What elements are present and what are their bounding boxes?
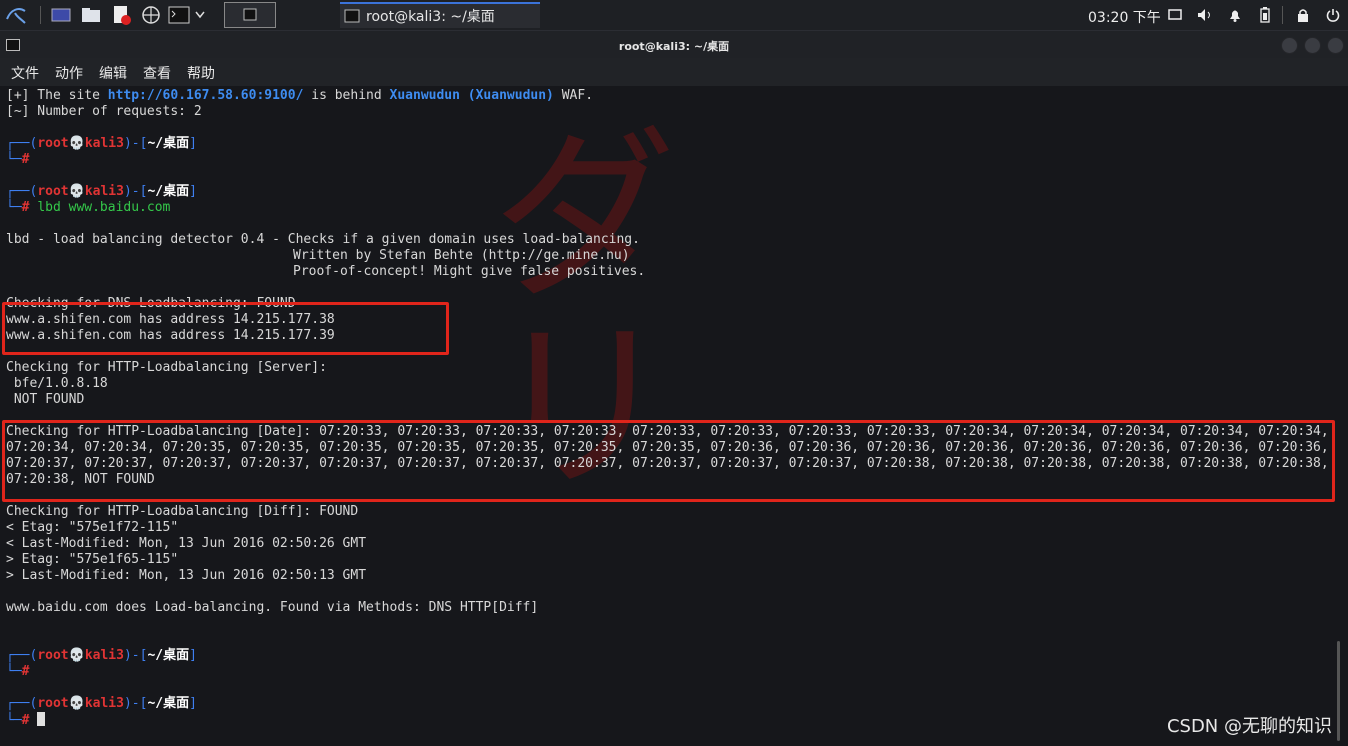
terminal-icon (344, 9, 360, 23)
panel-separator (40, 6, 41, 24)
window-title: root@kali3: ~/桌面 (618, 40, 730, 53)
volume-icon[interactable] (1196, 6, 1214, 24)
prompt-line: ┌──(root💀kali3)-[~/桌面] (6, 184, 197, 199)
menu-edit[interactable]: 编辑 (99, 63, 127, 83)
server-result-line: NOT FOUND (6, 392, 85, 407)
desktop-icon[interactable] (50, 5, 72, 25)
file-manager-icon[interactable] (80, 5, 102, 25)
taskbar-terminal-window[interactable]: root@kali3: ~/桌面 (340, 2, 540, 28)
menu-view[interactable]: 查看 (143, 63, 171, 83)
close-button[interactable] (1327, 37, 1344, 54)
command-text: lbd www.baidu.com (37, 200, 171, 215)
panel-separator (1282, 6, 1283, 24)
requests-line: [~] Number of requests: 2 (6, 104, 202, 119)
window-titlebar[interactable]: root@kali3: ~/桌面 (0, 31, 1348, 58)
taskbar-window-title: root@kali3: ~/桌面 (366, 9, 495, 25)
notification-bell-icon[interactable] (1226, 6, 1244, 24)
top-panel: root@kali3: ~/桌面 03:20 下午 (0, 0, 1348, 31)
diff-line: > Etag: "575e1f65-115" (6, 552, 179, 567)
waf-line: [+] The site http://60.167.58.60:9100/ i… (6, 88, 594, 103)
server-result-line: bfe/1.0.8.18 (6, 376, 108, 391)
diff-check-line: Checking for HTTP-Loadbalancing [Diff]: … (6, 504, 359, 519)
wallpaper: ダリ (0, 86, 1348, 746)
text-cursor (37, 712, 46, 726)
prompt-line: ┌──(root💀kali3)-[~/桌面] (6, 648, 197, 663)
lock-icon[interactable] (1294, 6, 1312, 24)
prompt-line: ┌──(root💀kali3)-[~/桌面] (6, 136, 197, 151)
server-check-line: Checking for HTTP-Loadbalancing [Server]… (6, 360, 327, 375)
prompt-line: ┌──(root💀kali3)-[~/桌面] (6, 696, 197, 711)
minimize-button[interactable] (1281, 37, 1298, 54)
menubar: 文件 动作 编辑 查看 帮助 (0, 58, 1348, 86)
skull-icon: 💀 (68, 136, 85, 151)
terminal-output[interactable]: ダリ [+] The site http://60.167.58.60:9100… (0, 86, 1348, 746)
terminal-launcher-icon[interactable] (168, 5, 190, 25)
diff-line: < Etag: "575e1f72-115" (6, 520, 179, 535)
browser-icon[interactable] (140, 5, 162, 25)
conclusion-line: www.baidu.com does Load-balancing. Found… (6, 600, 539, 615)
display-icon[interactable] (1166, 6, 1184, 24)
diff-line: > Last-Modified: Mon, 13 Jun 2016 02:50:… (6, 568, 367, 583)
banner-line: Proof-of-concept! Might give false posit… (293, 264, 646, 279)
clock[interactable]: 03:20 下午 (1088, 7, 1161, 27)
workspace-terminal-thumbnail[interactable] (224, 2, 276, 28)
prompt-input-line: └─# (6, 664, 30, 679)
menu-file[interactable]: 文件 (11, 63, 39, 83)
menu-help[interactable]: 帮助 (187, 63, 215, 83)
skull-icon: 💀 (68, 648, 85, 663)
skull-icon: 💀 (68, 184, 85, 199)
text-editor-icon[interactable] (110, 5, 132, 25)
dns-highlight-box (2, 302, 449, 355)
date-highlight-box (2, 420, 1335, 502)
command-line: └─# lbd www.baidu.com (6, 200, 171, 215)
power-icon[interactable] (1324, 6, 1342, 24)
active-prompt-line[interactable]: └─# (6, 712, 46, 728)
waf-url-link[interactable]: http://60.167.58.60:9100/ (108, 88, 304, 103)
menu-action[interactable]: 动作 (55, 63, 83, 83)
diff-line: < Last-Modified: Mon, 13 Jun 2016 02:50:… (6, 536, 367, 551)
banner-line: lbd - load balancing detector 0.4 - Chec… (6, 232, 640, 247)
battery-icon[interactable] (1256, 6, 1274, 24)
csdn-watermark: CSDN @无聊的知识 (1166, 716, 1332, 737)
skull-icon: 💀 (68, 696, 85, 711)
terminal-scrollbar[interactable] (1337, 641, 1340, 741)
prompt-input-line: └─# (6, 152, 30, 167)
chevron-down-icon[interactable] (192, 5, 208, 25)
maximize-button[interactable] (1304, 37, 1321, 54)
banner-line: Written by Stefan Behte (http://ge.mine.… (293, 248, 630, 263)
kali-menu-icon[interactable] (4, 5, 28, 25)
